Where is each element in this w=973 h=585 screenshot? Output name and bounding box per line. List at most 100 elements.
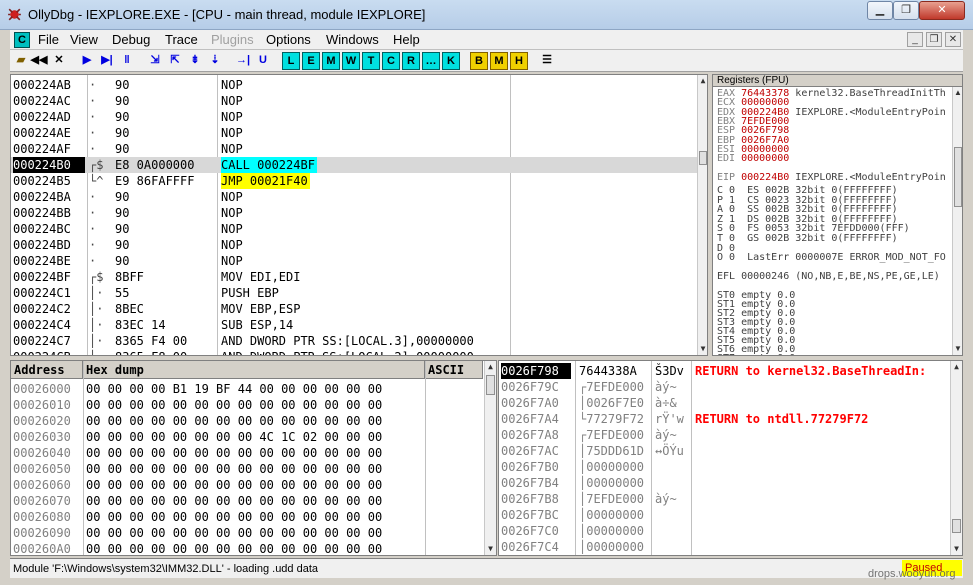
disassembly-row[interactable]: 000224BD · 90 NOP xyxy=(11,237,697,253)
dump-row[interactable]: 00026010 00 00 00 00 00 00 00 00 00 00 00… xyxy=(11,397,483,413)
minimize-button[interactable]: ▁ xyxy=(867,1,893,20)
scroll-thumb[interactable] xyxy=(486,375,495,395)
stack-row[interactable]: 0026F79C ┌7EFDE000 àý~ xyxy=(499,379,949,395)
mdi-restore-button[interactable]: ❐ xyxy=(926,32,942,47)
disassembly-row[interactable]: 000224BC · 90 NOP xyxy=(11,221,697,237)
disassembly-row[interactable]: 000224AF · 90 NOP xyxy=(11,141,697,157)
registers-scrollbar[interactable]: ▲ ▼ xyxy=(952,87,962,355)
registers-header[interactable]: Registers (FPU) xyxy=(713,75,962,87)
trace-into-button[interactable]: ⇟ xyxy=(186,52,204,70)
registers-pane[interactable]: Registers (FPU) EAX 76443378 kernel32.Ba… xyxy=(712,74,963,356)
dump-row[interactable]: 00026050 00 00 00 00 00 00 00 00 00 00 00… xyxy=(11,461,483,477)
mdi-close-button[interactable]: ✕ xyxy=(945,32,961,47)
scroll-up-icon[interactable]: ▲ xyxy=(485,361,496,373)
scroll-down-icon[interactable]: ▼ xyxy=(485,543,496,555)
stack-row[interactable]: 0026F7C0 │00000000 xyxy=(499,523,949,539)
dump-row[interactable]: 00026060 00 00 00 00 00 00 00 00 00 00 00… xyxy=(11,477,483,493)
run-button[interactable]: ▶ xyxy=(78,52,96,70)
disassembly-pane[interactable]: 000224AB · 90 NOP 000224AC · 90 NOP 000224AD · 90 N… xyxy=(10,74,708,356)
execute-till-return-button[interactable]: →| xyxy=(234,52,252,70)
scroll-thumb[interactable] xyxy=(952,519,961,533)
dump-row[interactable]: 00026020 00 00 00 00 00 00 00 00 00 00 00… xyxy=(11,413,483,429)
cpu-window-button[interactable]: C xyxy=(382,52,400,70)
step-into-button[interactable]: ⇲ xyxy=(146,52,164,70)
dump-header-hex[interactable]: Hex dump xyxy=(83,361,425,379)
scroll-thumb[interactable] xyxy=(954,147,962,207)
stack-row[interactable]: 0026F7AC │75DDD61D ↔ÖÝu xyxy=(499,443,949,459)
stack-row[interactable]: 0026F7A8 ┌7EFDE000 àý~ xyxy=(499,427,949,443)
modules-window-button[interactable]: E xyxy=(302,52,320,70)
dump-header-address[interactable]: Address xyxy=(11,361,83,379)
close-button[interactable]: ✕ xyxy=(919,1,965,20)
dump-row[interactable]: 00026030 00 00 00 00 00 00 00 00 4C 1C 02… xyxy=(11,429,483,445)
scroll-down-icon[interactable]: ▼ xyxy=(951,543,962,555)
memory-window-button[interactable]: M xyxy=(322,52,340,70)
scroll-down-icon[interactable]: ▼ xyxy=(953,343,962,355)
disassembly-row[interactable]: 000224C4 │· 83EC 14 SUB ESP,14 xyxy=(11,317,697,333)
step-over-button[interactable]: ⇱ xyxy=(166,52,184,70)
scroll-down-icon[interactable]: ▼ xyxy=(698,343,707,355)
list-button[interactable]: ☰ xyxy=(538,52,556,70)
scroll-up-icon[interactable]: ▲ xyxy=(951,361,962,373)
stack-scrollbar[interactable]: ▲ ▼ xyxy=(950,361,962,555)
memory-breakpoints-button[interactable]: M xyxy=(490,52,508,70)
hex-dump-pane[interactable]: Address Hex dump ASCII 00026000 00 00 00 … xyxy=(10,360,497,556)
close-program-button[interactable]: ✕ xyxy=(50,52,68,70)
run-trace-window-button[interactable]: … xyxy=(422,52,440,70)
open-button[interactable]: ▰ xyxy=(12,52,30,70)
pause-button[interactable]: ‖ xyxy=(118,52,136,70)
dump-row[interactable]: 00026000 00 00 00 00 B1 19 BF 44 00 00 00… xyxy=(11,381,483,397)
mdi-minimize-button[interactable]: _ xyxy=(907,32,923,47)
stack-row[interactable]: 0026F7C4 │00000000 xyxy=(499,539,949,555)
menu-trace[interactable]: Trace xyxy=(165,32,198,47)
references-window-button[interactable]: R xyxy=(402,52,420,70)
disassembly-row[interactable]: 000224BA · 90 NOP xyxy=(11,189,697,205)
stack-row[interactable]: 0026F7A4 └77279F72 rŸ'w RETURN to ntdll.772… xyxy=(499,411,949,427)
call-stack-window-button[interactable]: K xyxy=(442,52,460,70)
dump-header-ascii[interactable]: ASCII xyxy=(425,361,483,379)
disassembly-row[interactable]: 000224BE · 90 NOP xyxy=(11,253,697,269)
register-row[interactable]: EIP 000224B0 IEXPLORE.<ModuleEntryPoin xyxy=(717,172,946,183)
disassembly-row[interactable]: 000224C1 │· 55 PUSH EBP xyxy=(11,285,697,301)
threads-window-button[interactable]: T xyxy=(362,52,380,70)
disassembly-row[interactable]: 000224AC · 90 NOP xyxy=(11,93,697,109)
stack-row[interactable]: 0026F7BC │00000000 xyxy=(499,507,949,523)
run-thread-button[interactable]: ▶| xyxy=(98,52,116,70)
disassembly-row[interactable]: 000224AE · 90 NOP xyxy=(11,125,697,141)
menu-options[interactable]: Options xyxy=(266,32,311,47)
disassembly-scrollbar[interactable]: ▲ ▼ xyxy=(697,75,707,355)
disassembly-row[interactable]: 000224C7 │· 8365 F4 00 AND DWORD PTR SS:[LO… xyxy=(11,333,697,349)
dump-row[interactable]: 00026040 00 00 00 00 00 00 00 00 00 00 00… xyxy=(11,445,483,461)
execute-till-user-code-button[interactable]: U xyxy=(254,52,272,70)
menu-windows[interactable]: Windows xyxy=(326,32,379,47)
menu-help[interactable]: Help xyxy=(393,32,420,47)
restart-button[interactable]: ◀◀ xyxy=(30,52,48,70)
stack-row[interactable]: 0026F7B0 │00000000 xyxy=(499,459,949,475)
disassembly-row[interactable]: 000224AB · 90 NOP xyxy=(11,77,697,93)
stack-row[interactable]: 0026F7B4 │00000000 xyxy=(499,475,949,491)
disassembly-row[interactable]: 000224BB · 90 NOP xyxy=(11,205,697,221)
stack-row[interactable]: 0026F798 7644338A Š3Dv RETURN to kernel32.B… xyxy=(499,363,949,379)
disassembly-row[interactable]: 000224B0 ┌$ E8 0A000000 CALL 000224BF xyxy=(11,157,697,173)
stack-row[interactable]: 0026F7B8 │7EFDE000 àý~ xyxy=(499,491,949,507)
dump-row[interactable]: 00026090 00 00 00 00 00 00 00 00 00 00 00… xyxy=(11,525,483,541)
menu-plugins[interactable]: Plugins xyxy=(211,32,254,47)
disassembly-row[interactable]: 000224AD · 90 NOP xyxy=(11,109,697,125)
stack-pane[interactable]: 0026F798 7644338A Š3Dv RETURN to kernel32.B… xyxy=(498,360,963,556)
stack-row[interactable]: 0026F7A0 │0026F7E0 à÷& xyxy=(499,395,949,411)
menu-debug[interactable]: Debug xyxy=(112,32,150,47)
scroll-up-icon[interactable]: ▲ xyxy=(698,75,707,87)
scroll-thumb[interactable] xyxy=(699,151,707,165)
dump-row[interactable]: 00026080 00 00 00 00 00 00 00 00 00 00 00… xyxy=(11,509,483,525)
maximize-button[interactable]: ❐ xyxy=(893,1,919,20)
disassembly-row[interactable]: 000224B5 └^ E9 86FAFFFF JMP 00021F40 xyxy=(11,173,697,189)
dump-scrollbar[interactable]: ▲ ▼ xyxy=(484,361,496,555)
disassembly-row[interactable]: 000224CB │·8365 F8 00 AND DWORD PTR SS:[LO… xyxy=(11,349,697,355)
log-window-button[interactable]: L xyxy=(282,52,300,70)
menu-file[interactable]: File xyxy=(38,32,59,47)
hardware-breakpoints-button[interactable]: H xyxy=(510,52,528,70)
disassembly-row[interactable]: 000224BF ┌$ 8BFF MOV EDI,EDI xyxy=(11,269,697,285)
menu-view[interactable]: View xyxy=(70,32,98,47)
dump-row[interactable]: 000260A0 00 00 00 00 00 00 00 00 00 00 00… xyxy=(11,541,483,555)
dump-row[interactable]: 00026070 00 00 00 00 00 00 00 00 00 00 00… xyxy=(11,493,483,509)
